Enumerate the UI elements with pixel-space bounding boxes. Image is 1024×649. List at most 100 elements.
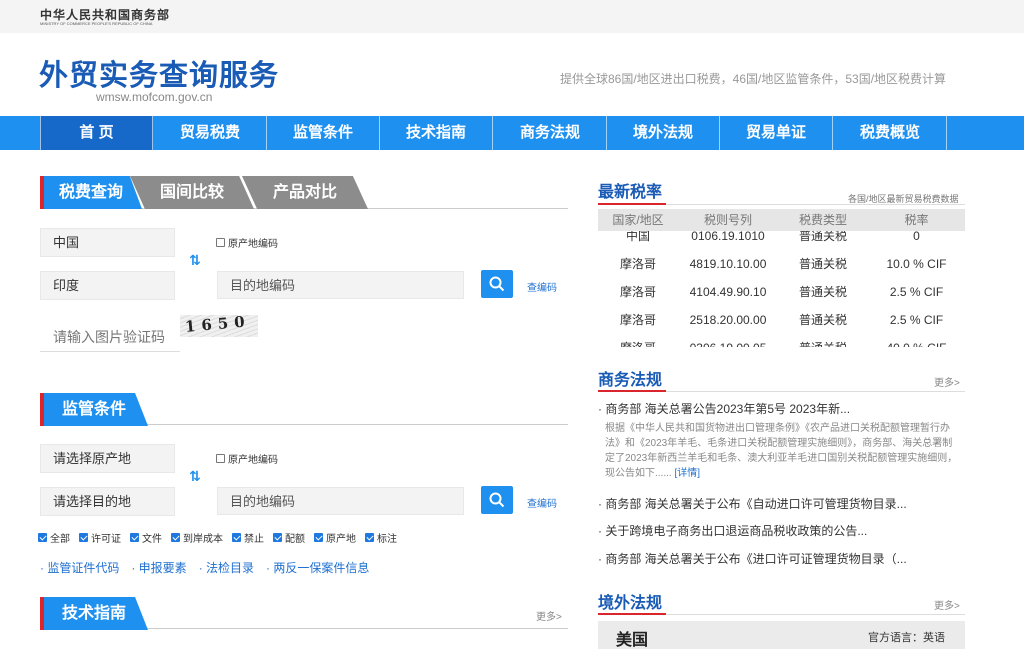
table-row[interactable]: 摩洛哥 4819.10.10.00 普通关税 10.0 % CIF <box>598 250 965 278</box>
filter-label: 标注 <box>377 534 397 545</box>
filter-all[interactable]: 全部 <box>38 530 70 545</box>
nav-home[interactable]: 首 页 <box>40 116 153 150</box>
captcha-text: 1650 <box>184 312 252 336</box>
checkbox-checked-icon[interactable] <box>130 533 139 542</box>
checkbox-checked-icon[interactable] <box>273 533 282 542</box>
link-declaration-elements[interactable]: · 申报要素 <box>131 559 186 576</box>
search-button-regulation[interactable] <box>481 486 513 514</box>
news-detail-link[interactable]: [详情] <box>674 468 700 479</box>
checkbox-checked-icon[interactable] <box>171 533 180 542</box>
swap-icon-regulation[interactable]: ⇅ <box>188 469 202 483</box>
commerce-law-title[interactable]: 商务法规 <box>598 366 662 390</box>
cell-rate: 40.0 % CIF <box>868 334 965 347</box>
col-rate: 税率 <box>904 213 929 227</box>
filter-origin[interactable]: 原产地 <box>314 530 356 545</box>
news-summary: 根据《中华人民共和国货物进出口管理条例》《农产品进口关税配额管理暂行办法》和《2… <box>605 421 960 481</box>
foreign-law-more-link[interactable]: 更多> <box>934 597 960 612</box>
swap-icon[interactable]: ⇅ <box>188 253 202 267</box>
filter-label: 许可证 <box>91 534 121 545</box>
commerce-law-divider <box>666 391 965 392</box>
destination-code-input-regulation[interactable]: 目的地编码 <box>217 487 464 515</box>
filter-document[interactable]: 文件 <box>130 530 162 545</box>
foreign-law-title[interactable]: 境外法规 <box>598 589 662 613</box>
site-tagline: 提供全球86国/地区进出口税费，46国/地区监管条件，53国/地区税费计算 <box>560 72 947 86</box>
cell-tariff-code: 4819.10.10.00 <box>689 257 767 271</box>
foreign-law-underline <box>598 613 666 615</box>
link-trade-remedy-cases[interactable]: · 两反一保案件信息 <box>266 559 369 576</box>
checkbox-checked-icon[interactable] <box>232 533 241 542</box>
lookup-code-link[interactable]: 查编码 <box>527 279 557 294</box>
origin-select[interactable]: 中国 <box>40 228 175 257</box>
commerce-law-underline <box>598 390 666 392</box>
commerce-law-more-link[interactable]: 更多> <box>934 374 960 389</box>
tab-product-compare[interactable]: 产品对比 <box>242 176 368 209</box>
table-row[interactable]: 中国 0106.19.1010 普通关税 0 <box>598 231 965 250</box>
destination-code-input[interactable]: 目的地编码 <box>217 271 464 299</box>
latest-rates-title[interactable]: 最新税率 <box>598 178 662 202</box>
news-summary-text: 根据《中华人民共和国货物进出口管理条例》《农产品进口关税配额管理暂行办法》和《2… <box>605 423 958 479</box>
checkbox-checked-icon[interactable] <box>38 533 47 542</box>
cell-tariff-code: 0306.19.00.05 <box>678 334 778 347</box>
link-inspection-catalog[interactable]: · 法检目录 <box>199 559 254 576</box>
regulation-title[interactable]: 监管条件 <box>40 393 148 426</box>
filter-label: 文件 <box>142 534 162 545</box>
filter-prohibited[interactable]: 禁止 <box>232 530 264 545</box>
country-name: 美国 <box>616 632 649 649</box>
country-card[interactable]: 美国 官方语言：英语 <box>598 621 965 649</box>
nav-regulation[interactable]: 监管条件 <box>267 116 380 150</box>
table-row[interactable]: 摩洛哥 4104.49.90.10 普通关税 2.5 % CIF <box>598 278 965 306</box>
checkbox-checked-icon[interactable] <box>314 533 323 542</box>
filter-label: 到岸成本 <box>183 534 223 545</box>
tab-tax-query[interactable]: 税费查询 <box>40 176 142 209</box>
nav-tax-overview[interactable]: 税费概览 <box>834 116 947 150</box>
filter-labeling[interactable]: 标注 <box>365 530 397 545</box>
checkbox-icon[interactable] <box>216 238 225 247</box>
news-item[interactable]: · 关于跨境电子商务出口退运商品税收政策的公告... <box>598 522 867 539</box>
table-row[interactable]: 摩洛哥 0306.19.00.05 普通关税 40.0 % CIF <box>598 334 965 347</box>
cell-tax-type: 普通关税 <box>798 257 847 271</box>
news-item[interactable]: · 商务部 海关总署公告2023年第5号 2023年新... <box>598 400 850 417</box>
origin-code-toggle[interactable]: 原产地编码 <box>216 235 278 250</box>
rates-table-scroll[interactable]: 中国 0106.19.1010 普通关税 0 摩洛哥 4819.10.10.00… <box>598 231 965 347</box>
filter-landed-cost[interactable]: 到岸成本 <box>171 530 223 545</box>
captcha-input[interactable]: 请输入图片验证码 <box>40 322 180 352</box>
origin-code-toggle-regulation[interactable]: 原产地编码 <box>216 451 278 466</box>
cell-rate: 2.5 % CIF <box>889 285 944 299</box>
lookup-code-link-regulation[interactable]: 查编码 <box>527 495 557 510</box>
tech-guide-title[interactable]: 技术指南 <box>40 597 148 630</box>
cell-tax-type: 普通关税 <box>798 231 847 243</box>
col-tax-type: 税费类型 <box>798 213 847 227</box>
main-nav: 首 页 贸易税费 监管条件 技术指南 商务法规 境外法规 贸易单证 税费概览 <box>0 116 1024 150</box>
tab-country-compare[interactable]: 国间比较 <box>130 176 254 209</box>
nav-trade-docs[interactable]: 贸易单证 <box>720 116 833 150</box>
filter-quota[interactable]: 配额 <box>273 530 305 545</box>
regulation-filters: 全部 许可证 文件 到岸成本 禁止 配额 原产地 标注 <box>38 530 397 545</box>
site-url: wmsw.mofcom.gov.cn <box>96 90 213 104</box>
site-title[interactable]: 外贸实务查询服务 <box>39 52 279 94</box>
cell-tax-type: 普通关税 <box>798 313 847 327</box>
destination-select-regulation[interactable]: 请选择目的地 <box>40 487 175 516</box>
table-row[interactable]: 摩洛哥 2518.20.00.00 普通关税 2.5 % CIF <box>598 306 965 334</box>
tech-guide-more-link[interactable]: 更多> <box>536 608 562 623</box>
news-item[interactable]: · 商务部 海关总署关于公布《进口许可证管理货物目录（... <box>598 550 907 567</box>
nav-tech-guide[interactable]: 技术指南 <box>380 116 493 150</box>
origin-select-regulation[interactable]: 请选择原产地 <box>40 444 175 473</box>
destination-select[interactable]: 印度 <box>40 271 175 300</box>
cell-tax-type: 普通关税 <box>778 334 868 347</box>
cell-rate: 2.5 % CIF <box>889 313 944 327</box>
latest-rates-underline <box>598 203 666 205</box>
nav-foreign-law[interactable]: 境外法规 <box>607 116 720 150</box>
rates-table-body: 中国 0106.19.1010 普通关税 0 摩洛哥 4819.10.10.00… <box>598 231 965 347</box>
link-certificate-codes[interactable]: · 监管证件代码 <box>40 559 119 576</box>
cell-tariff-code: 2518.20.00.00 <box>689 313 767 327</box>
captcha-image[interactable]: 1650 <box>180 312 258 337</box>
nav-commerce-law[interactable]: 商务法规 <box>494 116 607 150</box>
nav-trade-tax[interactable]: 贸易税费 <box>154 116 267 150</box>
checkbox-icon[interactable] <box>216 454 225 463</box>
filter-label: 配额 <box>285 534 305 545</box>
checkbox-checked-icon[interactable] <box>365 533 374 542</box>
checkbox-checked-icon[interactable] <box>79 533 88 542</box>
news-item[interactable]: · 商务部 海关总署关于公布《自动进口许可管理货物目录... <box>598 495 907 512</box>
search-button[interactable] <box>481 270 513 298</box>
filter-license[interactable]: 许可证 <box>79 530 121 545</box>
